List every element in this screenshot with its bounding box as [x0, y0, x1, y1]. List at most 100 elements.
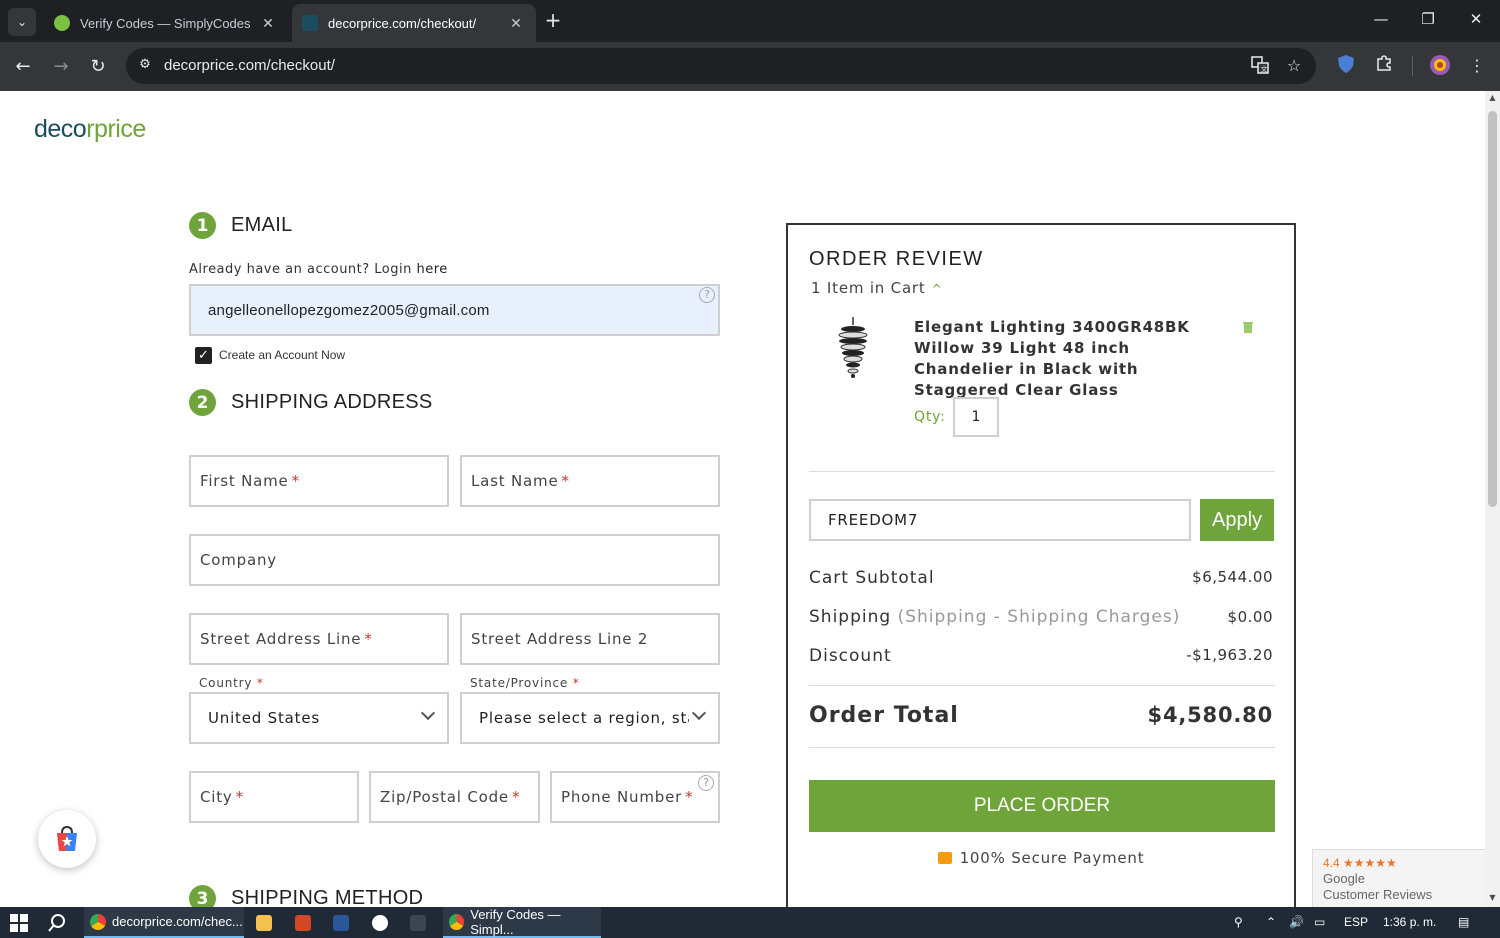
required-mark: * — [572, 676, 580, 690]
tab-decorprice-checkout[interactable]: decorprice.com/checkout/ ✕ — [292, 4, 536, 42]
login-prompt-text: Already have an account? Login — [189, 262, 412, 277]
taskbar-item-label: decorprice.com/chec... — [112, 914, 243, 929]
svg-text:文: 文 — [1261, 65, 1268, 74]
lock-icon — [937, 852, 952, 864]
forward-button[interactable]: → — [48, 54, 74, 80]
shipping-method-step-header: 3 SHIPPING METHOD — [189, 885, 423, 907]
search-icon[interactable] — [48, 907, 66, 938]
last-name-placeholder: Last Name — [471, 472, 559, 490]
tab-search-dropdown-icon[interactable]: ⌄ — [8, 8, 36, 36]
taskbar-chrome-decorprice[interactable]: decorprice.com/chec... — [84, 907, 244, 938]
street-address-line-2-field[interactable]: Street Address Line 2 — [460, 613, 720, 665]
toolbar-divider — [1412, 56, 1413, 76]
coupon-code-value: FREEDOM7 — [828, 511, 919, 529]
country-select[interactable]: United States — [189, 692, 449, 744]
file-explorer-icon[interactable] — [256, 907, 272, 938]
new-tab-button[interactable]: + — [542, 10, 564, 32]
taskbar-chrome-verify-codes[interactable]: Verify Codes — Simpl... — [443, 907, 601, 938]
divider — [809, 747, 1275, 748]
step-number-badge: 1 — [189, 212, 216, 239]
tray-chevron-up-icon[interactable]: ⌃ — [1266, 915, 1276, 929]
chrome-icon — [90, 913, 106, 930]
coupon-code-input[interactable]: FREEDOM7 — [809, 499, 1191, 541]
street-address-line-1-field[interactable]: Street Address Line * — [189, 613, 449, 665]
first-name-placeholder: First Name — [200, 472, 289, 490]
tab-close-icon[interactable]: ✕ — [504, 15, 528, 32]
people-icon[interactable]: ⚲ — [1234, 915, 1243, 929]
clock[interactable]: 1:36 p. m. — [1383, 915, 1436, 929]
review-google-label: Google — [1323, 871, 1365, 886]
discount-label: Discount — [809, 646, 892, 666]
checkout-page: decorprice 1 EMAIL Already have an accou… — [0, 91, 1485, 907]
zip-field[interactable]: Zip/Postal Code * — [369, 771, 540, 823]
app-icon-dim[interactable] — [410, 907, 426, 938]
required-mark: * — [511, 788, 521, 806]
reload-button[interactable]: ↻ — [85, 54, 111, 80]
simplycodes-favicon-icon — [54, 15, 70, 31]
country-value: United States — [208, 709, 320, 727]
kebab-menu-icon[interactable]: ⋮ — [1465, 54, 1489, 78]
chandelier-product-image — [836, 317, 870, 378]
restore-button[interactable]: ❐ — [1413, 10, 1443, 28]
site-info-icon[interactable]: ⚙ — [136, 57, 154, 75]
city-field[interactable]: City * — [189, 771, 359, 823]
start-button[interactable] — [10, 907, 28, 938]
volume-icon[interactable]: 🔊 — [1289, 915, 1304, 929]
first-name-field[interactable]: First Name * — [189, 455, 449, 507]
required-mark: * — [364, 630, 373, 648]
powerpoint-icon[interactable] — [295, 907, 311, 938]
email-help-icon[interactable]: ? — [699, 287, 715, 303]
shipping-row-label: Shipping (Shipping - Shipping Charges) — [809, 607, 1180, 627]
trash-icon[interactable] — [1243, 321, 1253, 336]
profile-avatar[interactable] — [1428, 54, 1452, 78]
tab-verify-codes[interactable]: Verify Codes — SimplyCodes ✕ — [44, 4, 288, 42]
logo-text-deco: deco — [34, 115, 87, 143]
word-icon[interactable] — [333, 907, 349, 938]
step-number-badge: 3 — [189, 885, 216, 907]
notifications-icon[interactable]: ▤ — [1458, 915, 1469, 929]
windows-taskbar: decorprice.com/chec... Verify Codes — Si… — [0, 907, 1500, 938]
last-name-field[interactable]: Last Name * — [460, 455, 720, 507]
network-icon[interactable]: ▭ — [1314, 915, 1325, 929]
google-customer-reviews-badge[interactable]: 4.4 ★★★★★ Google Customer Reviews — [1312, 849, 1485, 907]
browser-toolbar: ← → ↻ ⚙ decorprice.com/checkout/ 文 ☆ ⋮ — [0, 42, 1500, 91]
scroll-down-icon[interactable]: ▼ — [1488, 893, 1497, 903]
qty-input[interactable]: 1 — [953, 397, 999, 437]
translate-icon[interactable]: 文 — [1250, 56, 1270, 76]
shopping-assistant-button[interactable] — [38, 810, 96, 868]
company-field[interactable]: Company — [189, 534, 720, 586]
product-name[interactable]: Elegant Lighting 3400GR48BK Willow 39 Li… — [914, 317, 1214, 401]
windows-icon — [10, 913, 28, 932]
phone-help-icon[interactable]: ? — [698, 775, 714, 791]
state-label: State/Province * — [470, 676, 580, 690]
state-select[interactable]: Please select a region, stat — [460, 692, 720, 744]
language-indicator[interactable]: ESP — [1344, 915, 1368, 929]
phone-field[interactable]: Phone Number * — [550, 771, 720, 823]
scroll-up-icon[interactable]: ▲ — [1488, 93, 1497, 103]
place-order-button[interactable]: PLACE ORDER — [809, 780, 1275, 832]
app-icon[interactable] — [372, 907, 388, 938]
shield-icon[interactable] — [1334, 54, 1358, 78]
back-button[interactable]: ← — [10, 54, 36, 80]
chrome-icon — [449, 913, 465, 930]
url-text[interactable]: decorprice.com/checkout/ — [164, 57, 335, 74]
create-account-checkbox[interactable]: ✓ — [195, 347, 212, 364]
state-value: Please select a region, stat — [479, 709, 689, 727]
cart-items-toggle[interactable]: 1 Item in Cart ^ — [811, 279, 942, 297]
decorprice-logo[interactable]: decorprice — [34, 115, 146, 144]
tab-title: Verify Codes — SimplyCodes — [80, 15, 251, 31]
page-scrollbar[interactable]: ▲ ▼ — [1485, 91, 1500, 907]
logo-text-r: r — [86, 115, 95, 143]
apply-coupon-button[interactable]: Apply — [1200, 499, 1274, 541]
logo-text-price: price — [94, 115, 146, 143]
close-window-button[interactable]: ✕ — [1461, 10, 1491, 28]
tab-close-icon[interactable]: ✕ — [256, 15, 280, 32]
puzzle-icon[interactable] — [1372, 54, 1396, 78]
minimize-button[interactable]: — — [1366, 10, 1396, 28]
scrollbar-thumb[interactable] — [1488, 111, 1497, 507]
email-field[interactable]: angelleonellopezgomez2005@gmail.com — [189, 284, 720, 336]
chevron-up-icon: ^ — [931, 282, 943, 296]
login-link[interactable]: here — [417, 262, 448, 277]
star-icon[interactable]: ☆ — [1284, 56, 1304, 76]
address-bar[interactable]: ⚙ decorprice.com/checkout/ 文 ☆ — [126, 48, 1316, 84]
